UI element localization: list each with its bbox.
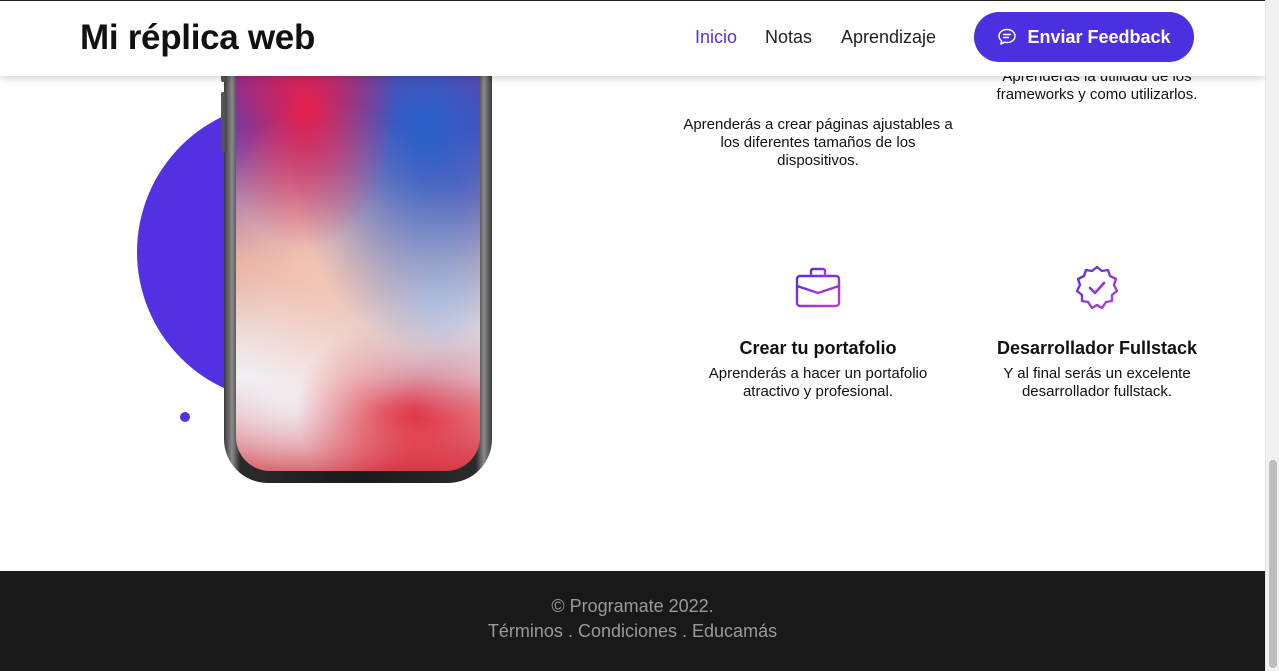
phone-screen <box>236 10 480 471</box>
feature-title: Desarrollador Fullstack <box>996 338 1198 358</box>
footer-link-condiciones[interactable]: Condiciones <box>578 621 677 641</box>
decorative-dot <box>180 412 190 422</box>
footer-links: Términos . Condiciones . Educamás <box>0 621 1265 642</box>
phone-image <box>221 10 492 483</box>
site-footer: © Programate 2022. Términos . Condicione… <box>0 571 1265 671</box>
footer-copyright: © Programate 2022. <box>551 596 714 616</box>
scrollbar-thumb[interactable] <box>1269 460 1277 668</box>
top-navbar: Mi réplica web Inicio Notas Aprendizaje … <box>0 0 1265 76</box>
chat-bubble-icon <box>998 28 1017 45</box>
nav-link-inicio[interactable]: Inicio <box>695 27 737 48</box>
site-brand[interactable]: Mi réplica web <box>80 18 315 58</box>
footer-separator: . <box>677 621 693 641</box>
feature-description: Aprenderás a hacer un portafolio atracti… <box>708 365 928 400</box>
briefcase-icon <box>795 267 841 308</box>
footer-separator: . <box>562 621 578 641</box>
nav-link-aprendizaje[interactable]: Aprendizaje <box>841 27 936 48</box>
feature-description: Aprenderás a crear páginas ajustables a … <box>683 116 953 169</box>
feature-description: Y al final serás un excelente desarrolla… <box>1003 365 1191 400</box>
send-feedback-button[interactable]: Enviar Feedback <box>974 12 1194 62</box>
feature-portfolio: Crear tu portafolio Aprenderás a hacer u… <box>682 264 954 401</box>
main-content: Aprenderás a crear páginas ajustables a … <box>0 0 1265 571</box>
footer-link-educamas[interactable]: Educamás <box>692 621 777 641</box>
vertical-scrollbar[interactable] <box>1265 0 1279 671</box>
footer-link-terminos[interactable]: Términos <box>488 621 563 641</box>
nav-link-notas[interactable]: Notas <box>765 27 812 48</box>
send-feedback-label: Enviar Feedback <box>1027 26 1171 47</box>
phone-side-button <box>221 92 225 152</box>
badge-check-icon <box>1075 265 1119 310</box>
feature-fullstack: Desarrollador Fullstack Y al final serás… <box>977 264 1217 401</box>
feature-title: Crear tu portafolio <box>739 338 897 358</box>
